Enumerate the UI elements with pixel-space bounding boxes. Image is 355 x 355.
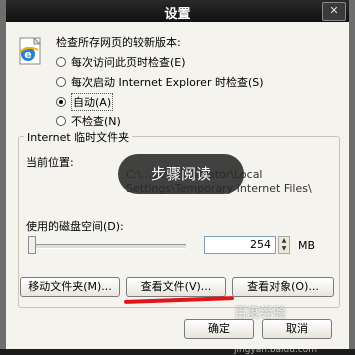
radio-every-visit[interactable]: 每次访问此页时检查(E) xyxy=(56,54,186,70)
temp-files-group-title: Internet 临时文件夹 xyxy=(24,129,133,145)
disk-space-label: 使用的磁盘空间(D): xyxy=(26,220,124,233)
baidu-jingyan-watermark: 百度经验 xyxy=(234,306,287,321)
radio-automatic[interactable]: 自动(A) xyxy=(56,93,114,111)
current-location-label: 当前位置: xyxy=(26,156,74,169)
close-icon: ✕ xyxy=(329,4,339,17)
radio-button[interactable] xyxy=(56,116,66,126)
cancel-button[interactable]: 取消 xyxy=(262,319,332,339)
radio-label: 每次启动 Internet Explorer 时检查(S) xyxy=(71,76,264,89)
background-strip-right xyxy=(349,0,355,349)
radio-never[interactable]: 不检查(N) xyxy=(56,113,121,129)
radio-every-start[interactable]: 每次启动 Internet Explorer 时检查(S) xyxy=(56,74,264,90)
move-folder-button[interactable]: 移动文件夹(M)... xyxy=(20,277,120,297)
disk-space-slider-thumb[interactable] xyxy=(28,236,36,254)
radio-label: 每次访问此页时检查(E) xyxy=(71,56,186,69)
radio-label: 自动(A) xyxy=(71,93,114,111)
settings-dialog: e 检查所存网页的较新版本: 每次访问此页时检查(E) 每次启动 Interne… xyxy=(6,22,349,355)
check-newer-versions-label: 检查所存网页的较新版本: xyxy=(56,36,181,49)
ok-button[interactable]: 确定 xyxy=(184,319,254,339)
radio-button-selected[interactable] xyxy=(56,97,66,107)
radio-button[interactable] xyxy=(56,57,66,67)
radio-button[interactable] xyxy=(56,77,66,87)
disk-space-input[interactable]: 254 xyxy=(204,236,276,254)
disk-space-spinner[interactable]: ▲ ▼ xyxy=(278,236,290,254)
view-files-button[interactable]: 查看文件(V)... xyxy=(126,277,226,297)
step-reading-overlay[interactable]: 步骤阅读 xyxy=(118,154,244,194)
disk-space-unit: MB xyxy=(298,239,316,252)
watermark-url: jingyan.baidu.com xyxy=(234,345,318,355)
ie-page-icon: e xyxy=(19,37,42,65)
svg-text:e: e xyxy=(24,48,31,61)
window-title: 设置 xyxy=(164,7,191,22)
radio-label: 不检查(N) xyxy=(71,115,121,128)
close-button[interactable]: ✕ xyxy=(322,2,346,21)
view-objects-button[interactable]: 查看对象(O)... xyxy=(232,277,334,297)
title-bar: 设置 ✕ xyxy=(6,0,349,22)
disk-space-slider[interactable] xyxy=(28,244,186,249)
